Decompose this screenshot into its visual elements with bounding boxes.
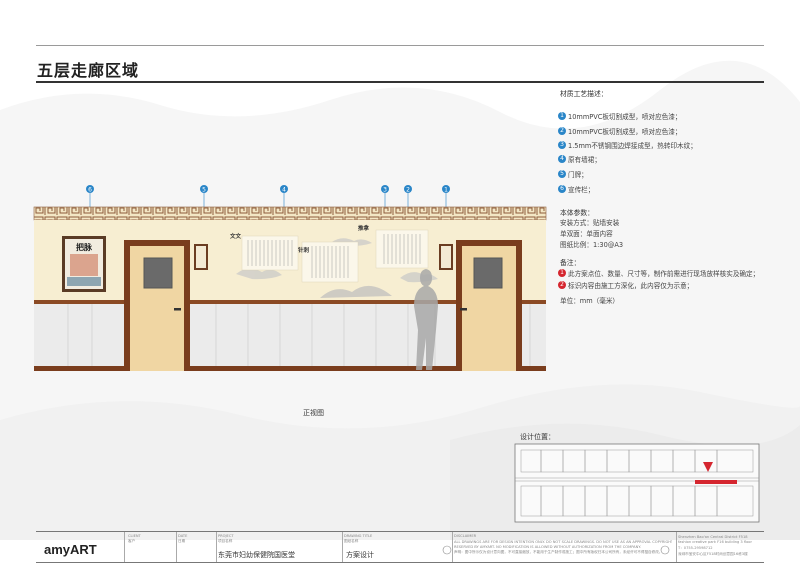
- param-line: 单双面：单面内容: [560, 230, 613, 238]
- callout-3: 3: [383, 187, 387, 194]
- project-sub: 项目名称: [218, 539, 233, 543]
- material-number: 6: [558, 185, 566, 193]
- material-number: 4: [558, 155, 566, 163]
- copyright-icon: [660, 545, 670, 555]
- elevation-caption: 正视图: [303, 409, 324, 417]
- material-text: 门牌；: [568, 171, 588, 179]
- note-number: 1: [558, 269, 566, 277]
- title-rule: [36, 81, 764, 83]
- brand-logo: amyART: [44, 542, 97, 557]
- location-floor-plan: [514, 443, 760, 523]
- material-item: 2 10mmPVC板切割成型，喷对应色漆；: [558, 126, 681, 136]
- callout-4: 4: [282, 187, 286, 194]
- project-label: PROJECT: [218, 534, 234, 538]
- door-left: [124, 240, 190, 371]
- notes-heading: 备注：: [560, 259, 581, 267]
- callout-1: 1: [444, 187, 448, 194]
- material-item: 4 原有墙裙；: [558, 154, 601, 164]
- date-label: DATE: [178, 534, 188, 538]
- material-item: 6 宣传栏；: [558, 184, 594, 194]
- material-item: 1 10mmPVC板切割成型，喷对应色漆；: [558, 111, 681, 121]
- address-line: Shenzhen Bao'an Central District F518: [678, 535, 748, 539]
- client-label: CLIENT: [128, 534, 141, 538]
- material-text: 原有墙裙；: [568, 156, 601, 164]
- material-text: 1.5mm不锈钢围边焊接成型，热转印木纹；: [568, 142, 697, 150]
- drawing-sheet: 五层走廊区域 6 5 4 3 2 1 文文 针刺 推拿 把脉 正视图 材质工艺描…: [0, 0, 800, 566]
- material-number: 1: [558, 112, 566, 120]
- panel-a-label: 文文: [230, 232, 242, 240]
- text-panel-b: 针刺: [298, 241, 359, 283]
- note-text: 标识内容由施工方深化，此内容仅为示意；: [568, 282, 694, 290]
- drawing-name: 方案设计: [346, 551, 374, 559]
- disclaimer-line: ALL DRAWINGS ARE FOR DESIGN INTENTION ON…: [454, 540, 672, 544]
- material-number: 2: [558, 127, 566, 135]
- disclaimer-line: RESERVED BY AMYART. NO MODIFICATION IS A…: [454, 545, 641, 549]
- materials-heading: 材质工艺描述：: [560, 90, 608, 98]
- material-item: 5 门牌；: [558, 169, 588, 179]
- callout-markers: 6 5 4 3 2 1: [86, 185, 450, 194]
- copyright-icon: [442, 545, 452, 555]
- material-text: 宣传栏；: [568, 186, 595, 194]
- callout-6: 6: [88, 187, 92, 194]
- date-sub: 日期: [178, 539, 186, 543]
- note-text: 此方案点位、数量、尺寸等，制作前需进行现场放样核实及确定；: [568, 270, 760, 278]
- callout-2: 2: [406, 187, 410, 194]
- param-line: 图纸比例：1:30@A3: [560, 241, 624, 249]
- disclaimer-line: 声明：图中所示仅为设计意向图，不可直接缩放，不能用于生产制作或施工；图中所有版权…: [454, 550, 663, 554]
- page-title: 五层走廊区域: [37, 61, 140, 80]
- drawing-sub: 图纸名称: [344, 539, 359, 543]
- note-number: 2: [558, 281, 566, 289]
- drawing-label: DRAWING TITLE: [344, 534, 373, 538]
- corridor-elevation: 6 5 4 3 2 1 文文 针刺 推拿 把脉: [33, 185, 547, 371]
- panel-b-label: 针刺: [298, 246, 310, 254]
- location-highlight: [695, 480, 737, 484]
- panel-c-label: 推拿: [358, 224, 370, 232]
- unit-note: 单位：mm（毫米）: [560, 297, 620, 305]
- material-item: 3 1.5mm不锈钢围边焊接成型，热转印木纹；: [558, 140, 697, 150]
- project-name: 东莞市妇幼保健院国医堂: [218, 551, 295, 559]
- address-line: 深圳市宝安中心区F518时尚创意园16栋3楼: [678, 552, 748, 556]
- param-line: 安装方式：贴墙安装: [560, 219, 620, 227]
- material-text: 10mmPVC板切割成型，喷对应色漆；: [568, 113, 682, 121]
- params-heading: 本体参数：: [560, 209, 594, 217]
- callout-5: 5: [202, 187, 206, 194]
- address-line: T：0755-29598712: [678, 546, 713, 550]
- material-text: 10mmPVC板切割成型，喷对应色漆；: [568, 128, 682, 136]
- door-right: [456, 240, 522, 371]
- note-item: 2 标识内容由施工方深化，此内容仅为示意；: [558, 280, 693, 290]
- note-item: 1 此方案点位、数量、尺寸等，制作前需进行现场放样核实及确定；: [558, 268, 759, 278]
- poster-title: 把脉: [76, 242, 93, 252]
- promo-board: 把脉: [62, 236, 106, 292]
- address-line: fashion creative park F16 building 3 flo…: [678, 540, 752, 544]
- meander-frieze: [34, 207, 546, 220]
- disclaimer-label: DISCLAIMER: [454, 534, 477, 538]
- top-rule: [36, 45, 764, 46]
- material-number: 3: [558, 141, 566, 149]
- client-sub: 客户: [128, 539, 136, 543]
- material-number: 5: [558, 170, 566, 178]
